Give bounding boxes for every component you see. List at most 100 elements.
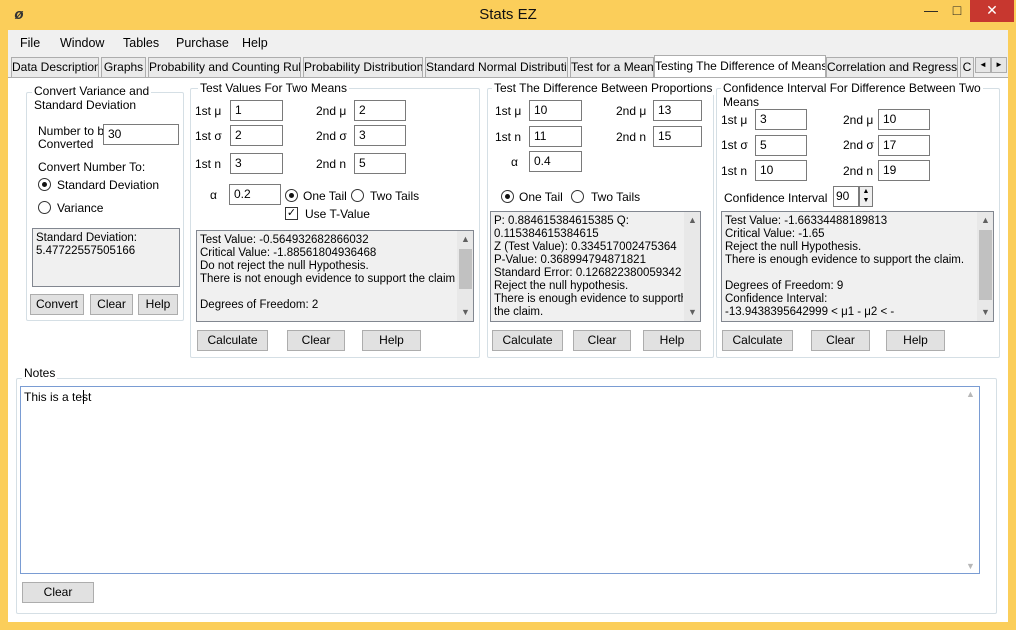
result-line: There is not enough evidence to support … <box>200 273 459 285</box>
ci-sd2-label: 2nd σ <box>843 138 874 152</box>
tab-standard-normal[interactable]: Standard Normal Distribution <box>425 57 568 77</box>
scroll-down-icon[interactable]: ▼ <box>457 304 473 321</box>
radio-variance[interactable] <box>38 201 51 214</box>
use-t-value-label[interactable]: Use T-Value <box>305 207 370 221</box>
confidence-clear-button[interactable]: Clear <box>811 330 870 351</box>
notes-clear-button[interactable]: Clear <box>22 582 94 603</box>
result-line: Test Value: -0.564932682866032 <box>200 234 369 246</box>
sd2-input[interactable]: 3 <box>354 125 406 146</box>
result-line: There is enough evidence to supporth <box>494 293 688 305</box>
tab-scroll-left-icon[interactable]: ◄ <box>975 57 991 73</box>
scroll-down-icon[interactable]: ▼ <box>977 304 993 321</box>
window-title: Stats EZ <box>479 6 537 23</box>
two-means-result-box[interactable]: Test Value: -0.564932682866032 Critical V… <box>196 230 474 322</box>
notes-title: Notes <box>22 366 58 380</box>
menu-tables[interactable]: Tables <box>119 32 163 54</box>
notes-text: This is a test <box>24 390 92 404</box>
radio-two-tails[interactable] <box>351 189 364 202</box>
proportions-help-button[interactable]: Help <box>643 330 701 351</box>
two-means-scrollbar[interactable]: ▲ ▼ <box>456 231 473 321</box>
ci-sd2-input[interactable]: 17 <box>878 135 930 156</box>
proportions-calculate-button[interactable]: Calculate <box>492 330 563 351</box>
tab-data-description[interactable]: Data Description <box>11 57 99 77</box>
spin-up-icon[interactable]: ▲ <box>860 187 872 196</box>
tab-test-for-mean[interactable]: Test for a Mean <box>570 57 654 77</box>
ci-mu2-input[interactable]: 10 <box>878 109 930 130</box>
two-means-clear-button[interactable]: Clear <box>287 330 345 351</box>
radio-standard-deviation-label[interactable]: Standard Deviation <box>57 178 159 192</box>
proportions-result-box[interactable]: P: 0.884615384615385 Q: 0.115384615384615… <box>490 211 701 322</box>
p-mu2-label: 2nd μ <box>616 104 647 118</box>
notes-scrollbar[interactable]: ▲ ▼ <box>962 387 979 573</box>
notes-textarea[interactable]: This is a test ▲ ▼ <box>20 386 980 574</box>
scroll-up-icon[interactable]: ▲ <box>684 212 700 229</box>
scroll-down-icon[interactable]: ▼ <box>684 304 700 321</box>
scroll-up-icon[interactable]: ▲ <box>962 389 979 399</box>
radio-one-tail[interactable] <box>285 189 298 202</box>
tab-more[interactable]: C <box>960 57 974 77</box>
result-line: Degrees of Freedom: 9 <box>725 280 844 292</box>
sd1-input[interactable]: 2 <box>230 125 283 146</box>
mu2-input[interactable]: 2 <box>354 100 406 121</box>
scroll-up-icon[interactable]: ▲ <box>457 231 473 248</box>
tab-graphs[interactable]: Graphs <box>101 57 146 77</box>
p-mu1-input[interactable]: 10 <box>529 100 582 121</box>
use-t-value-checkbox[interactable]: ✓ <box>285 207 298 220</box>
ci-level-spinner[interactable]: ▲ ▼ <box>859 186 873 207</box>
two-means-calculate-button[interactable]: Calculate <box>197 330 268 351</box>
scroll-down-icon[interactable]: ▼ <box>962 561 979 571</box>
p-radio-one-tail[interactable] <box>501 190 514 203</box>
ci-n1-input[interactable]: 10 <box>755 160 807 181</box>
convert-help-button[interactable]: Help <box>138 294 178 315</box>
radio-one-tail-label[interactable]: One Tail <box>303 189 347 203</box>
scroll-thumb[interactable] <box>979 230 992 300</box>
p-radio-two-tails-label[interactable]: Two Tails <box>591 190 640 204</box>
radio-variance-label[interactable]: Variance <box>57 201 103 215</box>
convert-result-box[interactable]: Standard Deviation: 5.47722557505166 <box>32 228 180 287</box>
tab-scroll-right-icon[interactable]: ► <box>991 57 1007 73</box>
number-to-convert-input[interactable]: 30 <box>103 124 179 145</box>
p-mu2-input[interactable]: 13 <box>653 100 702 121</box>
confidence-help-button[interactable]: Help <box>886 330 945 351</box>
ci-mu1-input[interactable]: 3 <box>755 109 807 130</box>
minimize-button[interactable]: — <box>918 0 944 22</box>
p-alpha-input[interactable]: 0.4 <box>529 151 582 172</box>
proportions-clear-button[interactable]: Clear <box>573 330 631 351</box>
radio-standard-deviation[interactable] <box>38 178 51 191</box>
n1-input[interactable]: 3 <box>230 153 283 174</box>
menu-help[interactable]: Help <box>238 32 272 54</box>
menu-file[interactable]: File <box>16 32 44 54</box>
confidence-scrollbar[interactable]: ▲ ▼ <box>976 212 993 321</box>
maximize-button[interactable]: □ <box>944 0 970 22</box>
menu-window[interactable]: Window <box>56 32 108 54</box>
p-n1-input[interactable]: 11 <box>529 126 582 147</box>
p-radio-two-tails[interactable] <box>571 190 584 203</box>
tab-testing-difference-means[interactable]: Testing The Difference of Means <box>654 55 826 77</box>
tab-correlation-regression[interactable]: Correlation and Regression <box>826 57 958 77</box>
confidence-calculate-button[interactable]: Calculate <box>722 330 793 351</box>
mu1-input[interactable]: 1 <box>230 100 283 121</box>
alpha-input[interactable]: 0.2 <box>229 184 281 205</box>
p-n2-input[interactable]: 15 <box>653 126 702 147</box>
ci-n2-input[interactable]: 19 <box>878 160 930 181</box>
scroll-up-icon[interactable]: ▲ <box>977 212 993 229</box>
menu-purchase[interactable]: Purchase <box>172 32 233 54</box>
ci-level-input[interactable]: 90 <box>833 186 859 207</box>
two-means-help-button[interactable]: Help <box>362 330 421 351</box>
convert-button[interactable]: Convert <box>30 294 84 315</box>
convert-clear-button[interactable]: Clear <box>90 294 133 315</box>
spin-down-icon[interactable]: ▼ <box>860 196 872 205</box>
convert-title-line2: Standard Deviation <box>34 98 137 112</box>
scroll-thumb[interactable] <box>459 249 472 289</box>
n2-input[interactable]: 5 <box>354 153 406 174</box>
confidence-result-box[interactable]: Test Value: -1.66334488189813 Critical Va… <box>721 211 994 322</box>
confidence-group-title: Confidence Interval For Difference Betwe… <box>721 81 983 109</box>
ci-sd1-input[interactable]: 5 <box>755 135 807 156</box>
p-radio-one-tail-label[interactable]: One Tail <box>519 190 563 204</box>
tab-probability-distributions[interactable]: Probability Distributions <box>303 57 423 77</box>
radio-two-tails-label[interactable]: Two Tails <box>370 189 419 203</box>
n1-label: 1st n <box>195 157 222 171</box>
tab-probability-counting[interactable]: Probability and Counting Rules <box>148 57 301 77</box>
close-button[interactable]: ✕ <box>970 0 1014 22</box>
proportions-scrollbar[interactable]: ▲ ▼ <box>683 212 700 321</box>
